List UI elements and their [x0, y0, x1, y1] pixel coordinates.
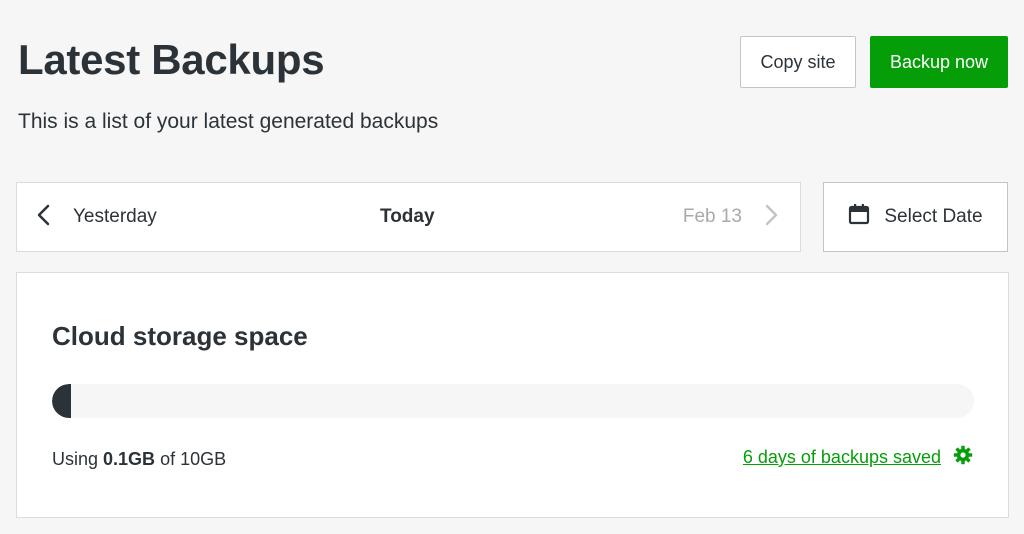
copy-site-button[interactable]: Copy site — [740, 36, 856, 88]
next-day-button[interactable]: Feb 13 — [683, 183, 780, 251]
usage-suffix: of 10GB — [155, 449, 227, 469]
page-subtitle: This is a list of your latest generated … — [18, 110, 439, 133]
previous-day-label: Yesterday — [73, 206, 157, 227]
usage-used: 0.1GB — [103, 449, 156, 469]
current-day-label: Today — [380, 206, 435, 227]
backups-saved-link[interactable]: 6 days of backups saved — [743, 447, 941, 468]
backup-now-button[interactable]: Backup now — [870, 36, 1008, 88]
storage-progress-bar — [52, 384, 974, 418]
storage-card: Cloud storage space Using 0.1GB of 10GB … — [16, 272, 1009, 518]
chevron-left-icon — [35, 203, 53, 232]
select-date-label: Select Date — [884, 206, 983, 227]
storage-usage-text: Using 0.1GB of 10GB — [52, 449, 226, 470]
gear-icon[interactable] — [953, 445, 973, 470]
date-navigator: Yesterday Today Feb 13 — [16, 182, 801, 252]
page-title: Latest Backups — [18, 36, 325, 83]
storage-progress-fill — [52, 384, 71, 418]
usage-prefix: Using — [52, 449, 104, 469]
backups-saved: 6 days of backups saved — [743, 445, 973, 470]
calendar-icon — [848, 203, 870, 231]
select-date-button[interactable]: Select Date — [823, 182, 1008, 252]
storage-title: Cloud storage space — [52, 321, 308, 351]
backups-page: Latest Backups This is a list of your la… — [0, 0, 1024, 534]
chevron-right-icon — [762, 203, 780, 232]
previous-day-button[interactable]: Yesterday — [35, 183, 157, 251]
next-day-label: Feb 13 — [682, 206, 742, 227]
